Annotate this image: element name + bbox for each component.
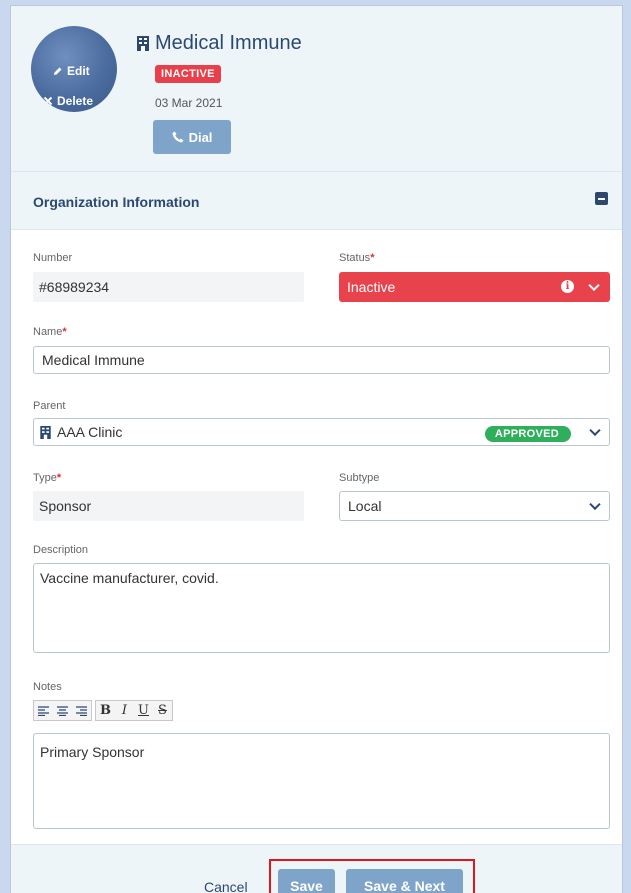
parent-label: Parent — [33, 400, 66, 412]
align-center-icon[interactable] — [53, 701, 72, 720]
notes-label: Notes — [33, 681, 62, 693]
underline-button[interactable]: U — [134, 701, 153, 720]
highlight-box — [269, 859, 475, 893]
name-input[interactable]: Medical Immune — [33, 346, 610, 374]
chevron-down-icon — [589, 424, 601, 437]
avatar-edit-label: Edit — [67, 64, 90, 78]
align-group — [33, 700, 92, 721]
type-field: Sponsor — [33, 491, 304, 521]
dial-button[interactable]: Dial — [153, 120, 231, 154]
italic-button[interactable]: I — [115, 701, 134, 720]
name-label: Name* — [33, 326, 67, 338]
parent-select[interactable]: AAA Clinic APPROVED — [33, 418, 610, 446]
dial-label: Dial — [188, 129, 213, 145]
align-right-icon[interactable] — [72, 701, 91, 720]
type-label: Type* — [33, 472, 61, 484]
description-textarea[interactable]: Vaccine manufacturer, covid. — [33, 563, 610, 653]
record-header: Edit Delete Medical Immune INACTIVE 03 M… — [11, 6, 622, 172]
created-date: 03 Mar 2021 — [155, 96, 223, 110]
parent-value: AAA Clinic — [57, 424, 123, 440]
chevron-down-icon — [589, 498, 601, 511]
number-field: #68989234 — [33, 272, 304, 302]
number-value: #68989234 — [39, 279, 110, 295]
subtype-label: Subtype — [339, 472, 380, 484]
org-name: Medical Immune — [155, 32, 302, 54]
align-left-icon[interactable] — [34, 701, 53, 720]
form-footer: Cancel Save Save & Next — [11, 844, 622, 893]
strikethrough-button[interactable]: S — [153, 701, 172, 720]
close-icon — [43, 96, 53, 106]
status-label: Status* — [339, 252, 374, 264]
description-value: Vaccine manufacturer, covid. — [40, 570, 219, 586]
building-icon — [137, 36, 149, 51]
cancel-button[interactable]: Cancel — [204, 879, 248, 893]
section-title: Organization Information — [33, 194, 200, 210]
avatar[interactable]: Edit Delete — [31, 26, 117, 112]
number-label: Number — [33, 252, 73, 264]
required-mark: * — [56, 472, 62, 484]
avatar-edit-button[interactable]: Edit — [53, 64, 90, 78]
name-label-text: Name — [33, 326, 63, 338]
pencil-icon — [54, 67, 62, 75]
approved-badge: APPROVED — [484, 426, 571, 442]
status-badge: INACTIVE — [155, 65, 221, 83]
required-mark: * — [62, 326, 67, 338]
org-title: Medical Immune — [137, 32, 302, 55]
info-icon[interactable]: i — [561, 280, 574, 293]
chevron-down-icon — [588, 279, 600, 292]
phone-icon — [172, 131, 184, 143]
subtype-select[interactable]: Local — [339, 491, 610, 521]
type-label-text: Type — [33, 472, 57, 484]
subtype-value: Local — [348, 498, 382, 514]
required-mark: * — [370, 252, 375, 264]
type-value: Sponsor — [39, 498, 92, 514]
status-label-text: Status — [339, 252, 371, 264]
name-value: Medical Immune — [42, 352, 145, 368]
format-group: B I U S — [95, 700, 173, 721]
avatar-delete-button[interactable]: Delete — [43, 94, 93, 108]
status-value: Inactive — [347, 279, 396, 295]
status-select[interactable]: Inactive i — [339, 272, 610, 302]
organization-panel: Edit Delete Medical Immune INACTIVE 03 M… — [10, 5, 623, 893]
notes-toolbar: B I U S — [33, 700, 176, 721]
notes-editor[interactable]: Primary Sponsor — [33, 733, 610, 829]
avatar-delete-label: Delete — [57, 94, 94, 108]
notes-value: Primary Sponsor — [40, 744, 145, 760]
section-header: Organization Information — [11, 172, 622, 230]
collapse-icon[interactable] — [595, 192, 608, 205]
bold-button[interactable]: B — [96, 701, 115, 720]
building-icon — [40, 425, 51, 439]
description-label: Description — [33, 544, 89, 556]
